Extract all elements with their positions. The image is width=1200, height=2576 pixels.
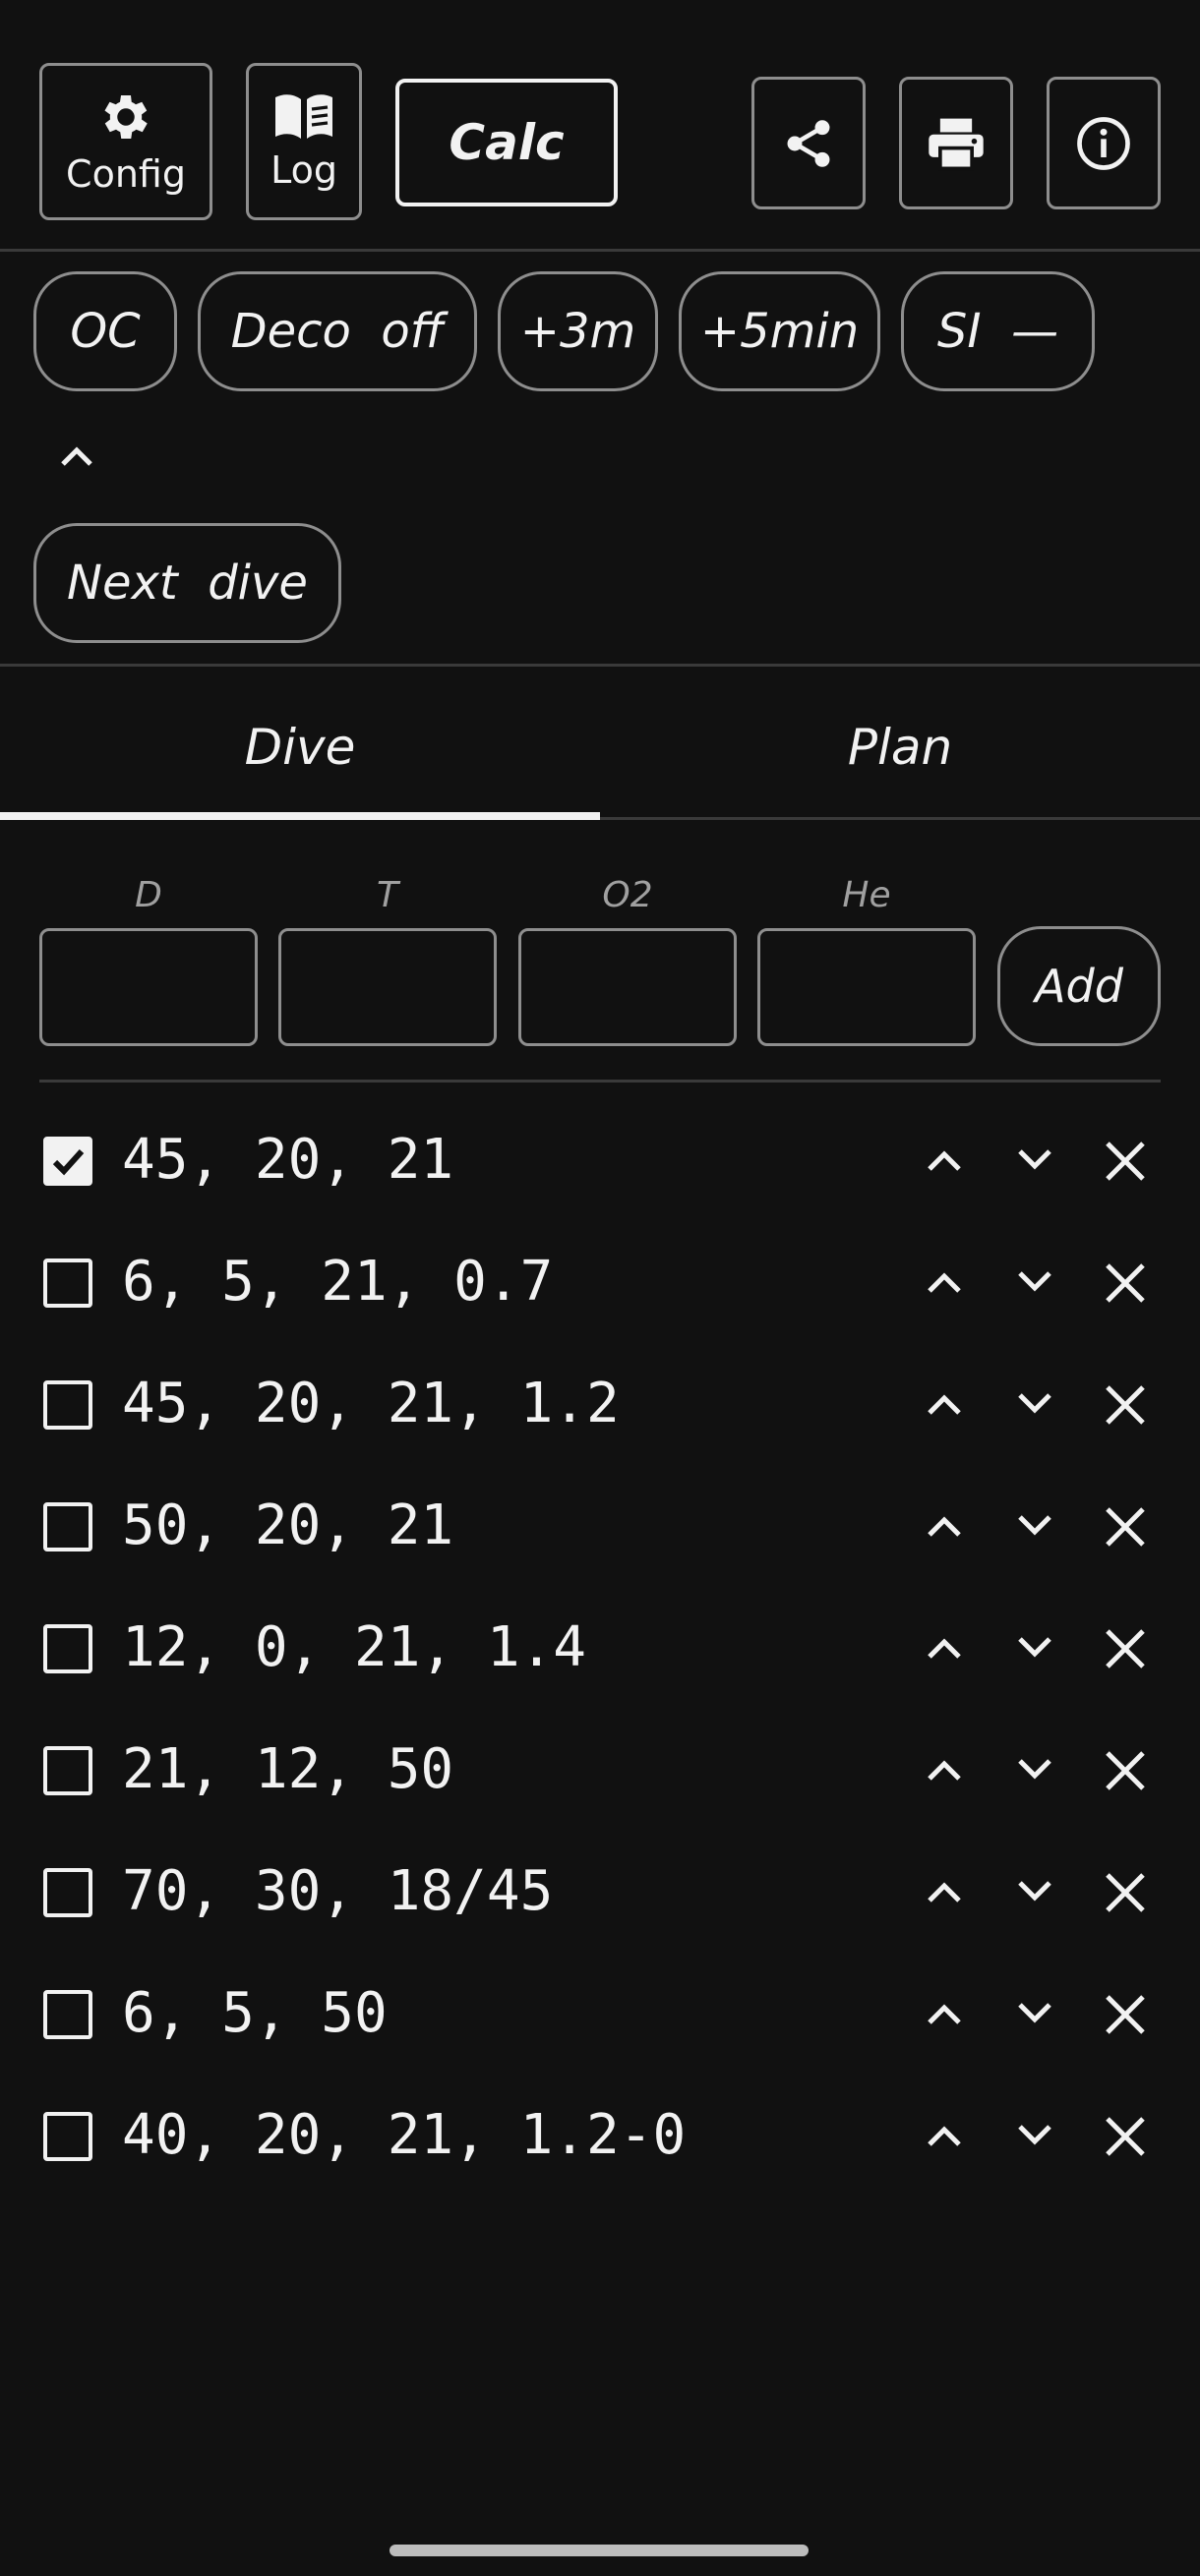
toolbar-divider bbox=[0, 249, 1200, 252]
printer-icon bbox=[929, 118, 984, 170]
add-button[interactable]: Add bbox=[997, 926, 1161, 1046]
segment-text: 70, 30, 18/45 bbox=[122, 1859, 554, 1923]
home-indicator[interactable] bbox=[390, 2545, 809, 2556]
checkbox-unchecked-icon[interactable] bbox=[43, 1990, 92, 2039]
gear-icon bbox=[104, 95, 148, 139]
share-icon bbox=[787, 119, 830, 167]
segment-row[interactable]: 12, 0, 21, 1.4 bbox=[0, 1587, 1200, 1709]
move-down-icon[interactable] bbox=[1015, 1145, 1054, 1179]
calc-button[interactable]: Calc bbox=[395, 79, 618, 206]
segment-text: 45, 20, 21 bbox=[122, 1128, 454, 1192]
tab-indicator bbox=[0, 812, 600, 820]
checkbox-unchecked-icon[interactable] bbox=[43, 1746, 92, 1795]
plus-time-chip[interactable]: +5min bbox=[679, 271, 880, 391]
move-down-icon[interactable] bbox=[1015, 1999, 1054, 2032]
next-dive-chip[interactable]: Next dive bbox=[33, 523, 341, 643]
move-up-icon[interactable] bbox=[925, 1145, 964, 1179]
book-icon bbox=[275, 94, 332, 139]
depth-field-label: D bbox=[135, 875, 162, 915]
segment-text: 12, 0, 21, 1.4 bbox=[122, 1615, 587, 1679]
checkbox-unchecked-icon[interactable] bbox=[43, 1868, 92, 1917]
checkbox-unchecked-icon[interactable] bbox=[43, 2112, 92, 2161]
o2-input[interactable] bbox=[518, 928, 737, 1046]
move-up-icon[interactable] bbox=[925, 1877, 964, 1910]
segment-text: 6, 5, 21, 0.7 bbox=[122, 1250, 554, 1314]
move-down-icon[interactable] bbox=[1015, 2121, 1054, 2154]
o2-field-label: O2 bbox=[602, 875, 653, 915]
move-up-icon[interactable] bbox=[925, 1999, 964, 2032]
move-down-icon[interactable] bbox=[1015, 1511, 1054, 1545]
segment-text: 21, 12, 50 bbox=[122, 1737, 454, 1801]
log-button[interactable]: Log bbox=[246, 63, 362, 220]
delete-icon[interactable] bbox=[1104, 1871, 1147, 1918]
mode-chip[interactable]: OC bbox=[33, 271, 177, 391]
checkbox-unchecked-icon[interactable] bbox=[43, 1624, 92, 1673]
log-label: Log bbox=[270, 148, 337, 192]
move-up-icon[interactable] bbox=[925, 1511, 964, 1545]
segment-text: 40, 20, 21, 1.2-0 bbox=[122, 2103, 687, 2167]
move-down-icon[interactable] bbox=[1015, 1633, 1054, 1667]
plus-depth-chip[interactable]: +3m bbox=[498, 271, 658, 391]
segment-row[interactable]: 40, 20, 21, 1.2-0 bbox=[0, 2075, 1200, 2196]
checkbox-checked-icon[interactable] bbox=[43, 1137, 92, 1186]
segment-row[interactable]: 45, 20, 21, 1.2 bbox=[0, 1343, 1200, 1465]
chevron-up-icon[interactable] bbox=[59, 442, 94, 470]
segment-text: 50, 20, 21 bbox=[122, 1493, 454, 1557]
delete-icon[interactable] bbox=[1104, 1993, 1147, 2040]
checkbox-unchecked-icon[interactable] bbox=[43, 1259, 92, 1308]
delete-icon[interactable] bbox=[1104, 1627, 1147, 1674]
checkbox-unchecked-icon[interactable] bbox=[43, 1380, 92, 1430]
move-down-icon[interactable] bbox=[1015, 1877, 1054, 1910]
form-divider bbox=[39, 1080, 1161, 1083]
info-button[interactable] bbox=[1047, 77, 1161, 209]
move-up-icon[interactable] bbox=[925, 1633, 964, 1667]
he-input[interactable] bbox=[757, 928, 976, 1046]
segment-row[interactable]: 50, 20, 21 bbox=[0, 1465, 1200, 1587]
segment-text: 6, 5, 50 bbox=[122, 1981, 388, 2045]
deco-chip[interactable]: Deco off bbox=[198, 271, 477, 391]
move-up-icon[interactable] bbox=[925, 1267, 964, 1301]
delete-icon[interactable] bbox=[1104, 1505, 1147, 1552]
delete-icon[interactable] bbox=[1104, 1140, 1147, 1187]
tab-dive[interactable]: Dive bbox=[0, 669, 600, 826]
chips-divider bbox=[0, 664, 1200, 667]
config-button[interactable]: Config bbox=[39, 63, 212, 220]
move-up-icon[interactable] bbox=[925, 1389, 964, 1423]
delete-icon[interactable] bbox=[1104, 1749, 1147, 1796]
delete-icon[interactable] bbox=[1104, 1383, 1147, 1431]
tab-plan[interactable]: Plan bbox=[600, 669, 1200, 826]
si-chip[interactable]: SI — bbox=[901, 271, 1095, 391]
segment-row[interactable]: 45, 20, 21 bbox=[0, 1099, 1200, 1221]
move-down-icon[interactable] bbox=[1015, 1389, 1054, 1423]
calc-label: Calc bbox=[449, 114, 565, 171]
info-icon bbox=[1077, 116, 1130, 170]
move-up-icon[interactable] bbox=[925, 1755, 964, 1788]
he-field-label: He bbox=[842, 875, 891, 915]
segment-row[interactable]: 6, 5, 50 bbox=[0, 1953, 1200, 2075]
segment-row[interactable]: 70, 30, 18/45 bbox=[0, 1831, 1200, 1953]
share-button[interactable] bbox=[751, 77, 866, 209]
print-button[interactable] bbox=[899, 77, 1013, 209]
depth-input[interactable] bbox=[39, 928, 258, 1046]
time-field-label: T bbox=[377, 875, 398, 915]
delete-icon[interactable] bbox=[1104, 1261, 1147, 1309]
config-label: Config bbox=[66, 152, 186, 196]
checkbox-unchecked-icon[interactable] bbox=[43, 1502, 92, 1551]
delete-icon[interactable] bbox=[1104, 2115, 1147, 2162]
segment-row[interactable]: 6, 5, 21, 0.7 bbox=[0, 1221, 1200, 1343]
segment-row[interactable]: 21, 12, 50 bbox=[0, 1709, 1200, 1831]
segment-text: 45, 20, 21, 1.2 bbox=[122, 1372, 620, 1435]
move-down-icon[interactable] bbox=[1015, 1267, 1054, 1301]
time-input[interactable] bbox=[278, 928, 497, 1046]
move-up-icon[interactable] bbox=[925, 2121, 964, 2154]
move-down-icon[interactable] bbox=[1015, 1755, 1054, 1788]
